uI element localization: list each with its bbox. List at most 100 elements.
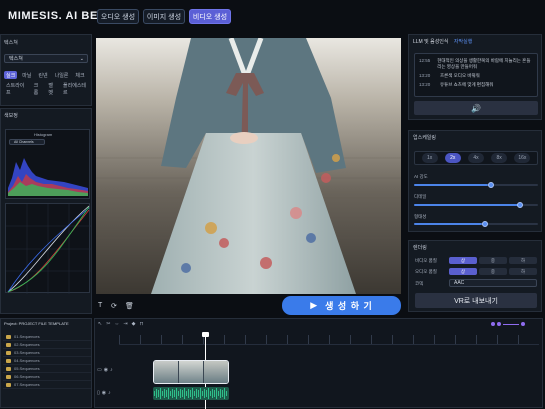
project-file-list: 01.Sequences 02.Sequences 03.Sequences 0… <box>3 333 91 389</box>
histogram-channel[interactable]: All Channels <box>9 139 45 145</box>
render-panel: 렌더링 비디오 품질 상 중 하 오디오 품질 상 중 하 코덱 AAC VR로… <box>408 240 542 312</box>
slider-ai-strength[interactable] <box>414 184 538 186</box>
marker-tool-icon[interactable]: ◆ <box>132 321 136 327</box>
histogram: Histogram All Channels <box>5 129 90 199</box>
chat-time: 12:55 <box>419 58 431 63</box>
audio-quality-label: 오디오 품질 <box>415 269 437 274</box>
slider-ai-strength-knob[interactable] <box>488 182 494 188</box>
chat-log: 12:55 현대적인 의상을 생활한복의 바람에 치늘리는 흔들리는 영상을 만들… <box>414 53 538 97</box>
folder-icon <box>6 366 11 371</box>
audio-quality-segments: 상 중 하 <box>449 268 537 275</box>
upscale-2x[interactable]: 2x <box>444 153 461 163</box>
chip-silk[interactable]: 실크 <box>4 71 18 79</box>
tab-video[interactable]: 비디오 생성 <box>189 9 231 24</box>
video-quality-high[interactable]: 상 <box>449 257 477 264</box>
chat-text: 현대적인 의상을 생활한복의 바람에 치늘리는 흔들리는 영상을 만들어줘 <box>437 58 531 69</box>
upscale-options: 1x 2x 4x 8x 16x <box>414 151 538 165</box>
chip-manil[interactable]: 마닐 <box>20 71 33 79</box>
video-quality-label: 비디오 품질 <box>415 258 437 263</box>
trim-tool-icon[interactable]: ⇥ <box>123 321 127 327</box>
folder-icon <box>6 382 11 387</box>
slider-detail-knob[interactable] <box>517 202 523 208</box>
video-quality-mid[interactable]: 중 <box>479 257 507 264</box>
zoom-slider[interactable] <box>503 323 519 325</box>
audio-quality-high[interactable]: 상 <box>449 268 477 275</box>
file-row[interactable]: 06.Sequences <box>3 373 91 381</box>
upscale-1x[interactable]: 1x <box>421 153 438 163</box>
upscale-16x[interactable]: 16x <box>514 153 531 163</box>
chip-linen[interactable]: 린넨 <box>36 71 49 79</box>
clip-thumbnail <box>204 361 228 383</box>
timeline-panel: ↖ ✂ ⇔ ⇥ ◆ ⊓ ▭ ◉ ♪ ▯ ◉ ♪ <box>94 318 543 409</box>
file-row[interactable]: 05.Sequences <box>3 365 91 373</box>
slider-shape[interactable] <box>414 223 538 225</box>
rotate-icon[interactable]: ⟳ <box>111 302 119 310</box>
tab-image[interactable]: 이미지 생성 <box>143 9 185 24</box>
upscale-4x[interactable]: 4x <box>467 153 484 163</box>
file-name: 01.Sequences <box>14 334 40 339</box>
texture-chips-row1: 실크 마닐 린넨 나일론 체크 <box>4 71 87 79</box>
tab-audio[interactable]: 오디오 생성 <box>97 9 139 24</box>
generate-button[interactable]: ▶ 생 성 하 기 <box>282 296 401 315</box>
file-row[interactable]: 01.Sequences <box>3 333 91 341</box>
file-row[interactable]: 02.Sequences <box>3 341 91 349</box>
voice-button[interactable]: 🔊 <box>414 101 538 115</box>
export-vr-button[interactable]: VR로 내보내기 <box>415 293 537 308</box>
volume-icon[interactable]: ♪ <box>110 367 113 373</box>
file-name: 03.Sequences <box>14 350 40 355</box>
folder-icon <box>6 342 11 347</box>
llm-title-row: LLM 및 음성인식 자막실행 <box>413 38 472 45</box>
file-name: 02.Sequences <box>14 342 40 347</box>
volume-icon[interactable]: ♪ <box>108 390 111 396</box>
timeline-ruler[interactable] <box>119 335 539 345</box>
texture-dropdown[interactable]: 텍스쳐 ⌄ <box>4 54 88 63</box>
audio-track-header: ▯ ◉ ♪ <box>97 390 111 396</box>
zoom-control[interactable] <box>491 322 525 326</box>
trash-icon[interactable]: 🗑 <box>125 302 134 310</box>
curves-box[interactable] <box>5 203 91 294</box>
preview-image <box>96 38 401 294</box>
video-preview[interactable] <box>96 38 401 294</box>
llm-title: LLM 및 음성인식 <box>413 39 449 45</box>
chip-stripe[interactable]: 스트라이프 <box>4 83 30 96</box>
folder-icon <box>6 374 11 379</box>
eye-icon[interactable]: ◉ <box>102 390 106 396</box>
file-name: 07.Sequences <box>14 382 40 387</box>
chip-nylon[interactable]: 나일론 <box>53 71 71 79</box>
folder-icon <box>6 334 11 339</box>
texture-dropdown-value: 텍스쳐 <box>9 56 23 62</box>
clip-thumbnail <box>154 361 179 383</box>
file-row[interactable]: 03.Sequences <box>3 349 91 357</box>
chip-velvet[interactable]: 벨벳 <box>46 83 59 96</box>
snap-tool-icon[interactable]: ⊓ <box>139 321 143 327</box>
audio-quality-mid[interactable]: 중 <box>479 268 507 275</box>
audio-quality-low[interactable]: 하 <box>509 268 537 275</box>
zoom-knob[interactable] <box>521 322 525 326</box>
chip-polyester[interactable]: 폴리에스테르 <box>61 83 91 96</box>
cut-tool-icon[interactable]: ✂ <box>106 321 110 327</box>
select-tool-icon[interactable]: ↖ <box>98 321 102 327</box>
video-quality-low[interactable]: 하 <box>509 257 537 264</box>
file-row[interactable]: 07.Sequences <box>3 381 91 389</box>
text-tool-icon[interactable]: T <box>98 302 106 310</box>
audio-clip[interactable] <box>153 387 229 400</box>
texture-title: 텍스쳐 <box>4 40 18 46</box>
texture-chips-row2: 스트라이프 크롬 벨벳 폴리에스테르 <box>4 83 91 96</box>
ripple-tool-icon[interactable]: ⇔ <box>114 321 119 327</box>
chat-message: 13:20 유튜브 쇼츠에 맞게 편집해줘 <box>419 82 533 88</box>
film-icon: ▭ <box>97 367 102 373</box>
slider-shape-knob[interactable] <box>482 221 488 227</box>
video-clip[interactable] <box>153 360 229 384</box>
upscale-title: 업스케일링 <box>413 135 437 141</box>
project-title: Project: PROJECT FILE TEMPLATE <box>4 321 69 326</box>
chip-check[interactable]: 체크 <box>73 71 86 79</box>
codec-dropdown[interactable]: AAC <box>449 279 537 287</box>
playhead-handle[interactable] <box>202 332 209 337</box>
chip-chrome[interactable]: 크롬 <box>32 83 45 96</box>
file-row[interactable]: 04.Sequences <box>3 357 91 365</box>
eye-icon[interactable]: ◉ <box>104 367 108 373</box>
upscale-8x[interactable]: 8x <box>491 153 508 163</box>
folder-icon <box>6 358 11 363</box>
file-name: 05.Sequences <box>14 366 40 371</box>
render-title: 렌더링 <box>413 245 427 251</box>
